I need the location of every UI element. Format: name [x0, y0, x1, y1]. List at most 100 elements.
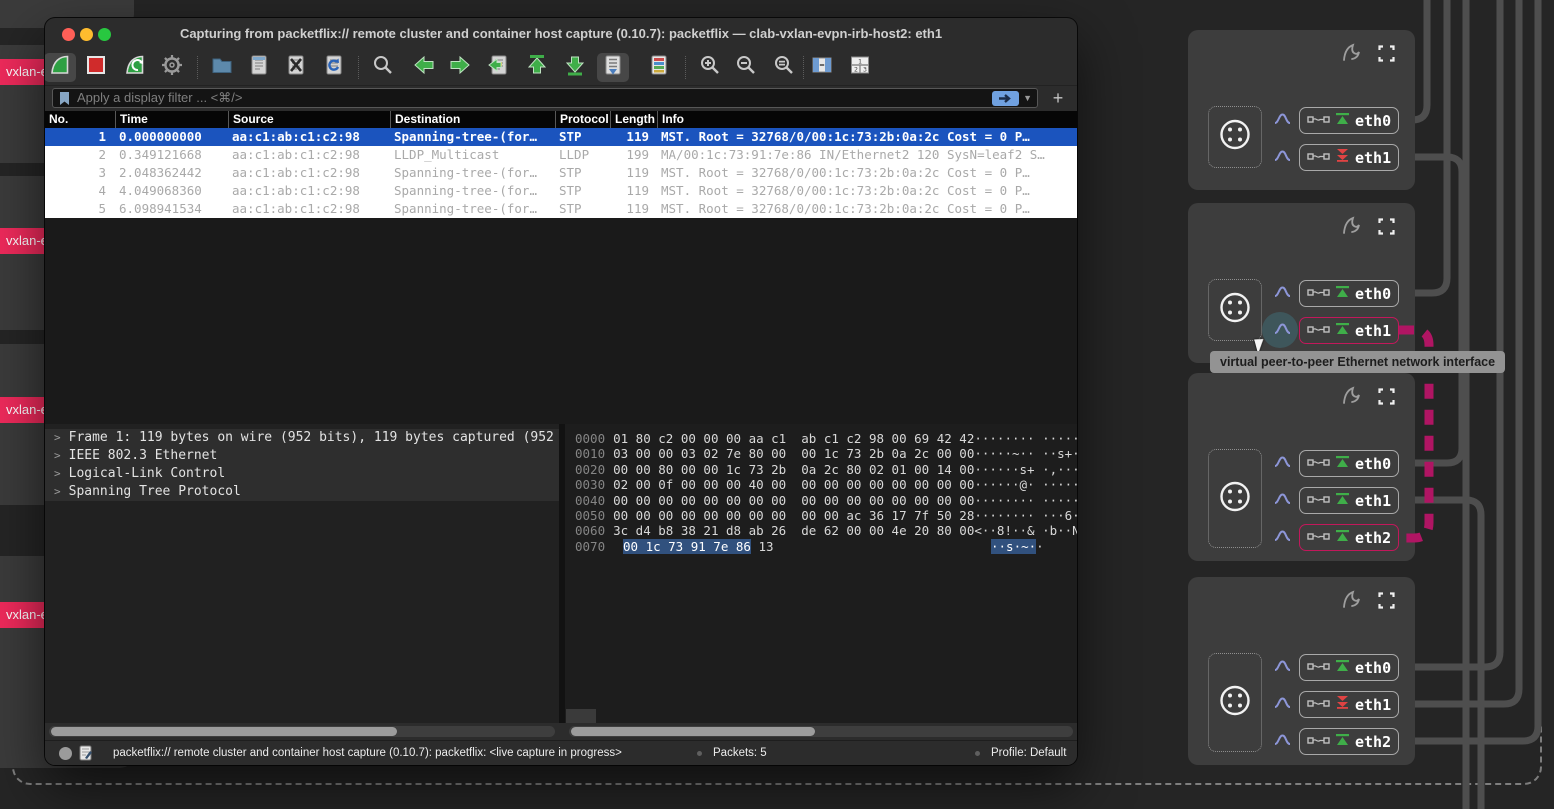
go-to-packet-button[interactable] — [483, 53, 515, 82]
expand-chevron-icon[interactable]: > — [45, 485, 69, 498]
apply-filter-button[interactable] — [992, 91, 1019, 106]
hex-hscrollbar-thumb[interactable] — [571, 727, 815, 736]
hex-row[interactable]: 00603c d4 b8 38 21 d8 ab 26 de 62 00 00 … — [565, 523, 1077, 538]
hex-bytes: 00 00 00 00 00 00 00 00 00 00 00 00 00 0… — [613, 493, 974, 508]
capture-restart-button[interactable] — [119, 53, 151, 82]
close-file-button[interactable] — [280, 53, 312, 82]
go-last-packet-button[interactable] — [559, 53, 591, 82]
col-info[interactable]: Info — [657, 111, 1077, 128]
cell-proto: STP — [555, 200, 610, 218]
find-packet-icon — [371, 53, 395, 82]
window-title: Capturing from packetflix:// remote clus… — [45, 18, 1077, 50]
cell-no: 5 — [45, 200, 115, 218]
zoom-in-button[interactable] — [694, 53, 726, 82]
detail-tree-row[interactable]: >Spanning Tree Protocol — [45, 483, 559, 501]
filter-bookmark-icon[interactable] — [58, 91, 71, 106]
cell-src: aa:c1:ab:c1:c2:98 — [228, 146, 390, 164]
filter-dropdown-caret[interactable]: ▼ — [1023, 93, 1032, 103]
packet-list-header[interactable]: No. Time Source Destination Protocol Len… — [45, 111, 1077, 128]
filter-placeholder: Apply a display filter ... <⌘/> — [77, 90, 242, 106]
wireshark-window: Capturing from packetflix:// remote clus… — [45, 18, 1077, 765]
packet-row[interactable]: 56.098941534aa:c1:ab:c1:c2:98Spanning-tr… — [45, 200, 1077, 218]
find-packet-button[interactable] — [367, 53, 399, 82]
filter-bar: Apply a display filter ... <⌘/> ▼ + — [45, 86, 1077, 111]
details-hscrollbar-thumb[interactable] — [51, 727, 397, 736]
cell-src: aa:c1:ab:c1:c2:98 — [228, 182, 390, 200]
hex-row[interactable]: 003002 00 0f 00 00 00 40 00 00 00 00 00 … — [565, 477, 1077, 492]
packet-list-empty-area[interactable] — [45, 218, 1077, 424]
auto-scroll-button[interactable] — [597, 53, 629, 82]
col-no[interactable]: No. — [45, 111, 115, 128]
capture-start-button[interactable] — [45, 53, 76, 82]
open-file-folder-button[interactable] — [206, 53, 238, 82]
cell-len: 119 — [610, 200, 657, 218]
display-filter-input[interactable]: Apply a display filter ... <⌘/> ▼ — [52, 88, 1038, 108]
expand-chevron-icon[interactable]: > — [45, 449, 69, 462]
go-first-packet-button[interactable] — [521, 53, 553, 82]
detail-text: Logical-Link Control — [69, 466, 226, 481]
packet-row[interactable]: 20.349121668aa:c1:ab:c1:c2:98LLDP_Multic… — [45, 146, 1077, 164]
hex-bytes: 03 00 00 03 02 7e 80 00 00 1c 73 2b 0a 2… — [613, 446, 974, 461]
cell-t: 4.049068360 — [115, 182, 228, 200]
minimize-window-button[interactable] — [80, 28, 93, 41]
capture-stop-button[interactable] — [80, 53, 112, 82]
col-destination[interactable]: Destination — [390, 111, 555, 128]
hex-row[interactable]: 002000 00 80 00 00 1c 73 2b 0a 2c 80 02 … — [565, 462, 1077, 477]
cell-proto: LLDP — [555, 146, 610, 164]
profile-label[interactable]: Profile: Default — [991, 741, 1066, 765]
layout-button[interactable]: 123 — [844, 53, 876, 82]
cell-t: 0.000000000 — [115, 128, 228, 146]
resize-columns-button[interactable] — [806, 53, 838, 82]
hex-row[interactable]: 0040 00 00 00 00 00 00 00 00 00 00 00 00 … — [565, 493, 1077, 508]
col-length[interactable]: Length — [610, 111, 657, 128]
save-file-button[interactable] — [243, 53, 275, 82]
zoom-out-icon — [734, 53, 758, 82]
go-forward-button[interactable] — [444, 53, 476, 82]
go-back-icon — [412, 53, 436, 82]
detail-tree-row[interactable]: >Frame 1: 119 bytes on wire (952 bits), … — [45, 429, 559, 447]
packet-row[interactable]: 10.000000000aa:c1:ab:c1:c2:98Spanning-tr… — [45, 128, 1077, 146]
cell-info: MST. Root = 32768/0/00:1c:73:2b:0a:2c Co… — [657, 128, 1077, 146]
close-window-button[interactable] — [62, 28, 75, 41]
hex-offset: 0040 — [565, 493, 605, 508]
svg-text:3: 3 — [863, 66, 867, 74]
detail-tree-row[interactable]: >Logical-Link Control — [45, 465, 559, 483]
reload-file-button[interactable] — [318, 53, 350, 82]
cell-t: 2.048362442 — [115, 164, 228, 182]
zoom-100-button[interactable] — [768, 53, 800, 82]
packet-row[interactable]: 44.049068360aa:c1:ab:c1:c2:98Spanning-tr… — [45, 182, 1077, 200]
hex-row[interactable]: 005000 00 00 00 00 00 00 00 00 00 ac 36 … — [565, 508, 1077, 523]
cell-no: 3 — [45, 164, 115, 182]
auto-scroll-icon — [601, 53, 625, 82]
colorize-button[interactable] — [643, 53, 675, 82]
reload-file-icon — [322, 53, 346, 82]
detail-tree-row[interactable]: >IEEE 802.3 Ethernet — [45, 447, 559, 465]
capture-file-properties-icon[interactable] — [79, 745, 92, 761]
details-hscrollbar-track[interactable] — [49, 726, 555, 737]
expand-chevron-icon[interactable]: > — [45, 431, 69, 444]
cell-t: 0.349121668 — [115, 146, 228, 164]
capture-options-gear-button[interactable] — [156, 53, 188, 82]
window-titlebar[interactable]: Capturing from packetflix:// remote clus… — [45, 18, 1077, 50]
svg-text:1: 1 — [858, 58, 862, 66]
zoom-out-button[interactable] — [730, 53, 762, 82]
toolbar-separator — [358, 56, 359, 79]
hex-bytes: 00 00 00 00 00 00 00 00 00 00 ac 36 17 7… — [613, 508, 974, 523]
col-time[interactable]: Time — [115, 111, 228, 128]
cell-len: 119 — [610, 164, 657, 182]
zoom-window-button[interactable] — [98, 28, 111, 41]
hex-ascii: <··8!··& ·b··N ·· — [974, 523, 1077, 538]
expert-info-icon[interactable] — [59, 747, 72, 760]
add-filter-button-plus[interactable]: + — [1045, 86, 1071, 110]
col-source[interactable]: Source — [228, 111, 390, 128]
statusbar-separator — [697, 751, 702, 756]
hex-row[interactable]: 007000 1c 73 91 7e 86 13··s·~·· — [565, 539, 1077, 554]
hex-hscrollbar-track[interactable] — [569, 726, 1073, 737]
expand-chevron-icon[interactable]: > — [45, 467, 69, 480]
hex-row[interactable]: 0010 03 00 00 03 02 7e 80 00 00 1c 73 2b … — [565, 446, 1077, 461]
hex-offset: 0010 — [565, 446, 605, 461]
go-back-button[interactable] — [408, 53, 440, 82]
hex-row[interactable]: 000001 80 c2 00 00 00 aa c1 ab c1 c2 98 … — [565, 431, 1077, 446]
col-protocol[interactable]: Protocol — [555, 111, 610, 128]
packet-row[interactable]: 32.048362442aa:c1:ab:c1:c2:98Spanning-tr… — [45, 164, 1077, 182]
